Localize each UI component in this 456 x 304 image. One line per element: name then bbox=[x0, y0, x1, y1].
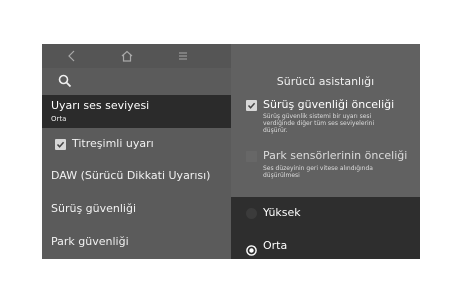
option-label: Sürüş güvenliği önceliği bbox=[263, 98, 395, 111]
sidebar-item-label: Titreşimli uyarı bbox=[72, 137, 154, 150]
search-icon[interactable] bbox=[57, 73, 73, 89]
volume-level-list: Yüksek Orta bbox=[231, 197, 420, 259]
option-description-line: düşürür. bbox=[263, 127, 288, 134]
top-navigation-bar bbox=[42, 44, 231, 68]
parking-sensor-priority-checkbox[interactable] bbox=[246, 151, 257, 162]
home-icon[interactable] bbox=[119, 48, 135, 64]
radio-label: Orta bbox=[263, 239, 288, 252]
menu-icon[interactable] bbox=[175, 48, 191, 64]
driving-safety-priority-checkbox[interactable] bbox=[246, 100, 257, 111]
option-description-line: düşürülmesi bbox=[263, 172, 300, 179]
option-description-line: Sürüş güvenlik sistemi bir uyarı sesi bbox=[263, 113, 372, 120]
sidebar: Uyarı ses seviyesi Orta Titreşimli uyarı… bbox=[42, 68, 231, 259]
radio-label: Yüksek bbox=[263, 206, 301, 219]
radio-unselected-icon[interactable] bbox=[246, 208, 257, 219]
radio-selected-icon[interactable] bbox=[246, 241, 257, 256]
option-label: Park sensörlerinin önceliği bbox=[263, 149, 408, 162]
option-description-line: verdiğinde diğer tüm ses seviyelerini bbox=[263, 120, 375, 127]
screen: Uyarı ses seviyesi Orta Titreşimli uyarı… bbox=[42, 44, 420, 259]
sidebar-item-driving-safety[interactable]: Sürüş güvenliği bbox=[51, 202, 136, 215]
sidebar-item-daw[interactable]: DAW (Sürücü Dikkati Uyarısı) bbox=[51, 169, 210, 182]
option-description-line: Ses düzeyinin geri vitese alındığında bbox=[263, 165, 373, 172]
sidebar-item-title: Uyarı ses seviyesi bbox=[51, 99, 150, 112]
sidebar-item-value: Orta bbox=[51, 115, 67, 123]
chevron-left-icon[interactable] bbox=[64, 48, 80, 64]
sidebar-item-alert-volume[interactable]: Uyarı ses seviyesi Orta bbox=[42, 95, 231, 128]
page-title: Sürücü asistanlığı bbox=[276, 75, 375, 88]
sidebar-item-parking-safety[interactable]: Park güvenliği bbox=[51, 235, 129, 248]
settings-panel: Sürücü asistanlığı Sürüş güvenliği öncel… bbox=[231, 44, 420, 259]
vibration-alert-checkbox[interactable] bbox=[55, 139, 66, 150]
